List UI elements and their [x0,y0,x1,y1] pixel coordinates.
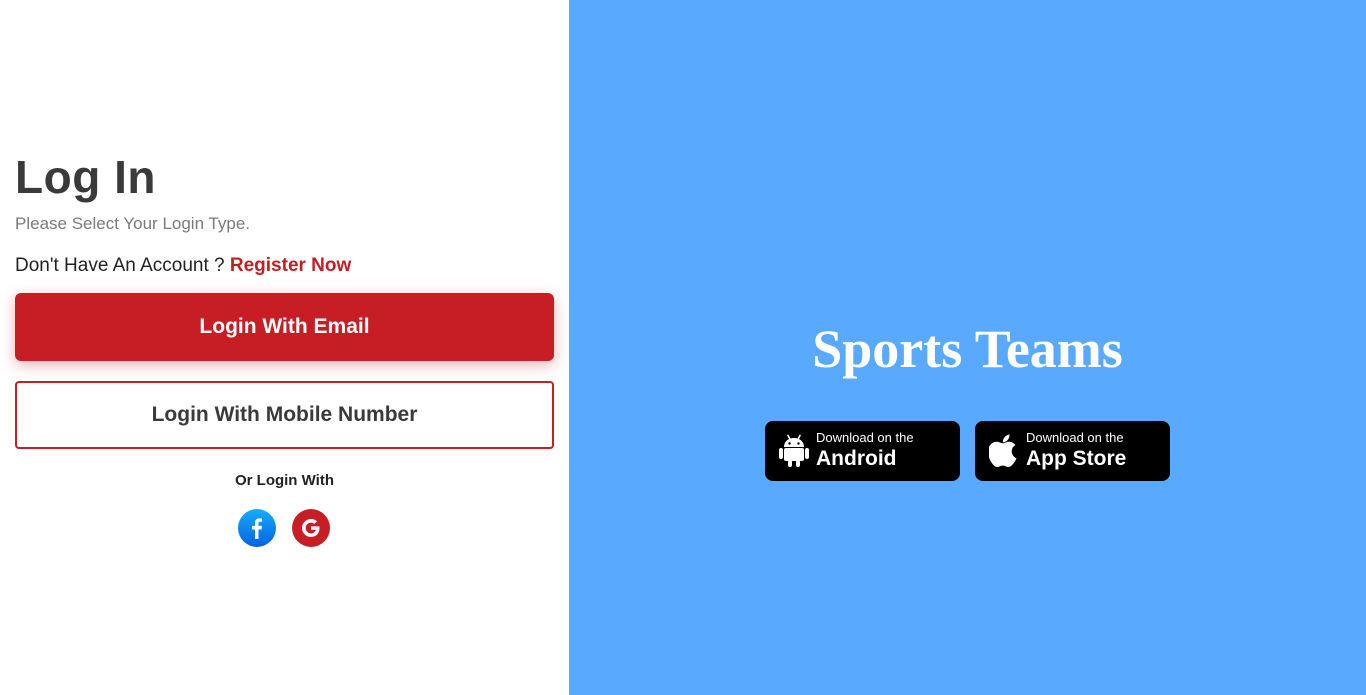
login-panel: Log In Please Select Your Login Type. Do… [0,0,569,695]
login-with-mobile-button[interactable]: Login With Mobile Number [15,381,554,449]
or-login-with-label: Or Login With [234,472,334,489]
facebook-icon [252,518,262,539]
android-icon [779,434,809,467]
facebook-login-button[interactable] [238,509,276,547]
page-title: Log In [15,151,156,203]
apple-icon [989,434,1017,467]
register-prompt: Don't Have An Account ? Register Now [15,255,351,277]
login-with-email-button[interactable]: Login With Email [15,293,554,361]
android-store-caption: Download on the [816,430,914,445]
login-subtitle: Please Select Your Login Type. [15,214,251,233]
register-link[interactable]: Register Now [230,255,351,276]
app-store-caption: Download on the [1026,430,1124,445]
google-icon [302,519,320,537]
android-store-label: Android [816,447,897,470]
app-store-label: App Store [1026,447,1127,470]
brand-title: Sports Teams [812,319,1123,379]
no-account-text: Don't Have An Account ? [15,255,230,276]
app-store-button[interactable]: Download on the App Store [975,421,1170,481]
social-login-row [238,509,330,547]
google-login-button[interactable] [292,509,330,547]
android-store-button[interactable]: Download on the Android [765,421,960,481]
